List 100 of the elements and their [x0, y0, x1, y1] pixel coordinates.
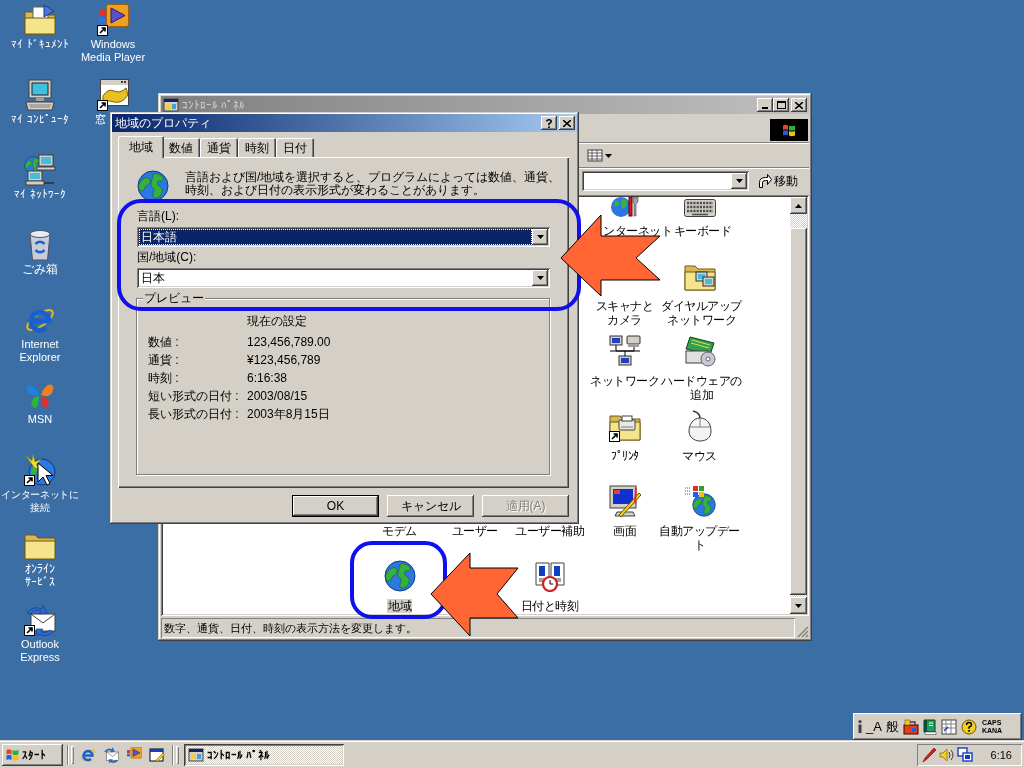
item-label[interactable]: ダイヤルアップネットワーク — [659, 299, 744, 327]
item-label[interactable]: ハードウェアの追加 — [659, 374, 744, 402]
tab[interactable]: 地域 — [118, 136, 164, 158]
tab[interactable]: 数値 — [162, 138, 200, 157]
item-label[interactable]: モデム — [381, 524, 418, 538]
play-icon[interactable] — [97, 4, 129, 36]
description-text: 言語および国/地域を選択すると、プログラムによっては数値、通貨、時刻、および日付の表示形式が変わることがあります。 — [185, 171, 562, 197]
tab[interactable]: 時刻 — [238, 138, 276, 157]
clock-text: 6:16 — [990, 748, 1012, 762]
window-picture-icon[interactable] — [97, 79, 129, 111]
setting-label: 短い形式の日付 : — [148, 388, 239, 405]
desktop-icon-label[interactable]: ﾏｲ ﾈｯﾄﾜｰｸ — [14, 188, 66, 201]
setting-value: 2003/08/15 — [247, 388, 308, 405]
setting-label: 時刻 : — [148, 370, 179, 387]
monitors-icon[interactable] — [957, 747, 973, 763]
desktop-icon-label[interactable]: インターネットに接続 — [0, 488, 80, 514]
field-label: 言語(L): — [137, 209, 179, 223]
item-label[interactable]: 地域 — [387, 599, 412, 613]
info-icon — [858, 720, 862, 733]
tab[interactable]: 日付 — [276, 138, 314, 157]
calendar-clock-icon[interactable] — [533, 560, 566, 592]
keyboard-icon[interactable] — [683, 199, 716, 217]
toolbox-icon[interactable] — [902, 718, 919, 735]
item-label[interactable]: マウス — [681, 449, 718, 463]
input-mode-button[interactable]: _A — [866, 719, 882, 734]
item-label[interactable]: ﾌﾟﾘﾝﾀ — [609, 449, 640, 463]
globe-cursor-icon[interactable] — [24, 454, 56, 486]
status-text: 数字、通貨、日付、時刻の表示方法を変更します。 — [164, 621, 417, 635]
dropdown-button[interactable] — [532, 229, 548, 245]
browser-e-icon[interactable] — [80, 747, 96, 763]
column-heading: 現在の設定 — [247, 313, 307, 330]
book-icon[interactable] — [922, 718, 937, 735]
item-label[interactable]: スキャナとカメラ — [593, 299, 656, 327]
desktop-icon-label[interactable]: 窓 — [95, 113, 106, 126]
setting-value: ¥123,456,789 — [247, 352, 321, 369]
setting-value: 6:16:38 — [247, 370, 288, 387]
globe-tools-icon[interactable] — [608, 197, 641, 217]
cancel-button[interactable]: キャンセル — [387, 495, 474, 517]
item-label[interactable]: ユーザー — [450, 524, 499, 538]
computer-icon[interactable] — [24, 79, 56, 111]
tab[interactable]: 通貨 — [200, 138, 238, 157]
scroll-up-button[interactable] — [790, 197, 807, 214]
desktop-icon-label[interactable]: ﾏｲ ｺﾝﾋﾟｭｰﾀ — [11, 113, 69, 126]
dropdown-field[interactable]: 日本語 — [137, 227, 550, 247]
document-folder-icon[interactable] — [24, 4, 56, 36]
address-field[interactable] — [582, 171, 749, 191]
desktop-icon-label[interactable]: Outlook Express — [12, 638, 68, 664]
dropdown-button[interactable] — [532, 270, 548, 286]
network-icon[interactable] — [608, 335, 641, 367]
flag-logo-icon — [770, 119, 808, 141]
close-icon — [795, 101, 803, 109]
speaker-icon[interactable] — [939, 747, 955, 763]
start-button[interactable]: ｽﾀｰﾄ — [2, 744, 63, 766]
globe-icon — [137, 170, 169, 202]
close-button[interactable] — [559, 116, 575, 130]
window-title: ｺﾝﾄﾛｰﾙ ﾊﾟﾈﾙ — [182, 98, 246, 112]
desktop-icon-label[interactable]: Internet Explorer — [9, 338, 71, 364]
globe-icon[interactable] — [383, 560, 416, 592]
minimize-button[interactable] — [757, 98, 773, 112]
pen-icon[interactable] — [921, 747, 937, 763]
item-label[interactable]: ユーザー補助 — [514, 524, 585, 538]
caret-icon — [735, 179, 743, 183]
item-label[interactable]: ネットワーク — [589, 374, 660, 388]
help-icon — [546, 118, 552, 128]
maximize-button[interactable] — [773, 98, 789, 112]
group-title: プレビュー — [143, 291, 205, 305]
dropdown-button[interactable] — [731, 173, 747, 189]
conversion-mode-button[interactable]: 般 — [885, 719, 899, 734]
window-title: 地域のプロパティ — [115, 116, 211, 130]
caret-icon — [795, 603, 802, 608]
desktop-icon-label[interactable]: MSN — [27, 413, 53, 426]
pad-icon[interactable] — [940, 718, 957, 735]
dropdown-field[interactable]: 日本 — [137, 268, 550, 288]
item-label[interactable]: 画面 — [612, 524, 637, 538]
scroll-down-button[interactable] — [790, 597, 807, 614]
network-computers-icon[interactable] — [24, 154, 56, 186]
window-pencil-icon[interactable] — [149, 747, 165, 763]
grid-icon — [587, 149, 603, 162]
item-label[interactable]: キーボード — [672, 224, 733, 238]
help-icon[interactable] — [960, 718, 977, 735]
field-value: 日本 — [140, 270, 166, 286]
desktop-icon-label[interactable]: ｵﾝﾗｲﾝｻｰﾋﾞｽ — [22, 563, 58, 589]
close-button[interactable] — [791, 98, 807, 112]
ok-button[interactable]: OK — [292, 495, 379, 517]
taskbar-button[interactable]: ｺﾝﾄﾛｰﾙ ﾊﾟﾈﾙ — [184, 744, 344, 766]
item-label[interactable]: 日付と時刻 — [519, 599, 580, 613]
desktop-icon-label[interactable]: ﾏｲ ﾄﾞｷｭﾒﾝﾄ — [11, 38, 69, 51]
flag-logo-icon — [6, 749, 19, 761]
desktop-icon-label[interactable]: Windows Media Player — [78, 38, 148, 64]
envelope-arrows-icon[interactable] — [24, 604, 56, 636]
item-label[interactable]: ンターネット — [602, 224, 673, 238]
caret-icon — [536, 235, 544, 239]
help-button[interactable] — [541, 116, 557, 130]
circuit-card-icon[interactable] — [683, 335, 716, 367]
desktop-icon-label[interactable]: ごみ箱 — [22, 263, 58, 276]
setting-value: 123,456,789.00 — [247, 334, 331, 351]
monitor-icon[interactable] — [608, 485, 641, 517]
resize-grip-icon — [797, 626, 809, 638]
globe-flag-icon[interactable] — [683, 485, 716, 517]
item-label[interactable]: 自動アップデート — [657, 524, 742, 552]
